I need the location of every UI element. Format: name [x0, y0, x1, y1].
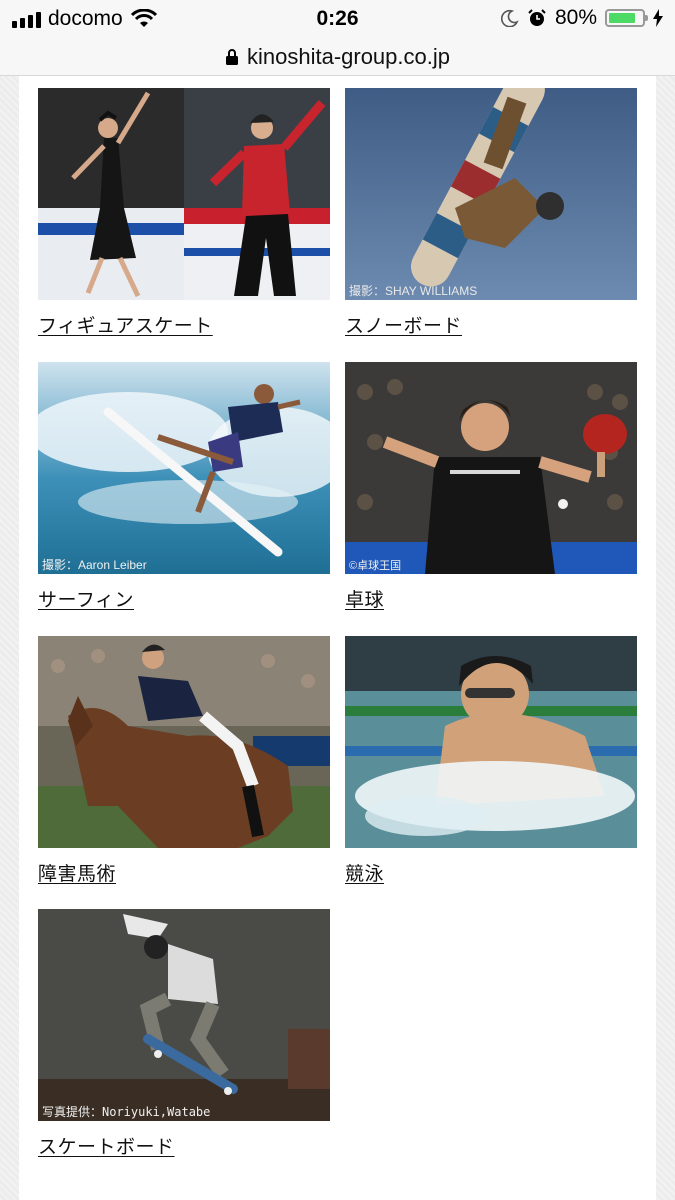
sport-card-show-jumping: 障害馬術	[38, 636, 330, 886]
figure-skating-link[interactable]: フィギュアスケート	[38, 311, 213, 338]
sport-card-table-tennis: ©卓球王国 卓球	[345, 362, 637, 612]
sport-card-skateboard: 写真提供：Noriyuki,Watabe スケートボード	[38, 909, 330, 1159]
show-jumping-photo[interactable]	[38, 636, 330, 848]
charging-bolt-icon	[653, 9, 663, 27]
page-background: フィギュアスケート 撮影：SHAY WILLIAMS スノーボード 撮影：Aar…	[0, 76, 675, 1200]
lock-icon	[225, 48, 238, 65]
snowboard-credit: 撮影：SHAY WILLIAMS	[349, 284, 477, 298]
table-tennis-link[interactable]: 卓球	[345, 585, 384, 612]
alarm-icon	[528, 9, 546, 26]
battery-icon	[605, 9, 648, 27]
skateboard-credit: 写真提供：Noriyuki,Watabe	[42, 1104, 210, 1119]
status-right: 80%	[500, 6, 663, 30]
address-bar[interactable]: kinoshita-group.co.jp	[0, 38, 675, 76]
status-bar: docomo 0:26 80%	[0, 0, 675, 38]
table-tennis-photo[interactable]: ©卓球王国	[345, 362, 637, 574]
sports-grid: フィギュアスケート 撮影：SHAY WILLIAMS スノーボード 撮影：Aar…	[19, 76, 656, 1200]
skateboard-link[interactable]: スケートボード	[38, 1132, 175, 1159]
sport-card-surfing: 撮影：Aaron Leiber サーフィン	[38, 362, 330, 612]
figure-skating-photo[interactable]	[38, 88, 330, 300]
surfing-credit: 撮影：Aaron Leiber	[42, 558, 147, 572]
battery-percent: 80%	[554, 6, 597, 29]
snowboard-link[interactable]: スノーボード	[345, 311, 462, 338]
sport-card-swimming: 競泳	[345, 636, 637, 886]
show-jumping-link[interactable]: 障害馬術	[38, 859, 116, 886]
sport-card-snowboard: 撮影：SHAY WILLIAMS スノーボード	[345, 88, 637, 338]
swimming-link[interactable]: 競泳	[345, 859, 384, 886]
snowboard-photo[interactable]: 撮影：SHAY WILLIAMS	[345, 88, 637, 300]
surfing-link[interactable]: サーフィン	[38, 585, 134, 612]
url-text[interactable]: kinoshita-group.co.jp	[247, 44, 450, 70]
table-tennis-credit: ©卓球王国	[349, 558, 401, 572]
skateboard-photo[interactable]: 写真提供：Noriyuki,Watabe	[38, 909, 330, 1121]
swimming-photo[interactable]	[345, 636, 637, 848]
moon-icon	[500, 9, 519, 27]
battery-level	[609, 13, 635, 23]
sport-card-figure-skating: フィギュアスケート	[38, 88, 330, 338]
surfing-photo[interactable]: 撮影：Aaron Leiber	[38, 362, 330, 574]
